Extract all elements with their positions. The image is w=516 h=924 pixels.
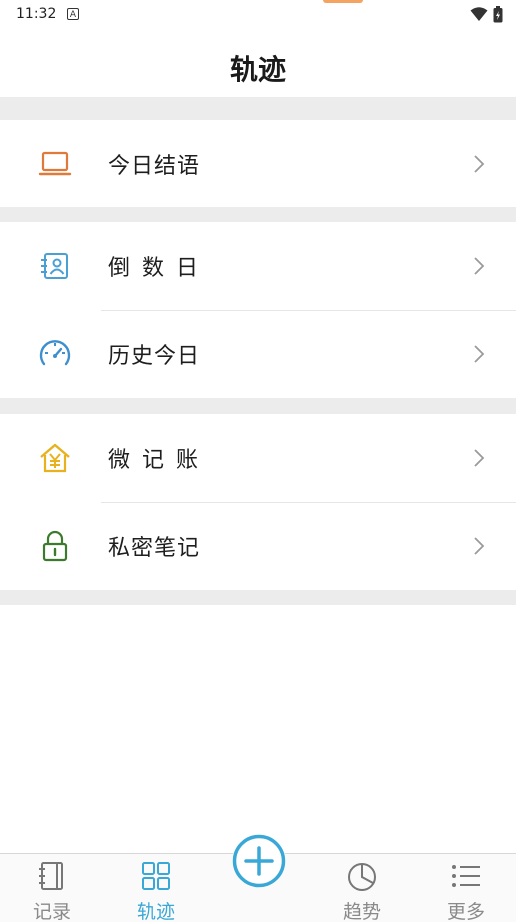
chevron-right-icon: [474, 257, 485, 275]
menu-item-label: 私密笔记: [108, 536, 201, 561]
menu-item-countdown[interactable]: 倒数日: [0, 222, 516, 310]
tab-label: 记录: [32, 901, 71, 923]
contact-card-icon: [41, 253, 68, 279]
menu-item-micro-accounting[interactable]: 微记账: [0, 414, 516, 502]
tab-label: 轨迹: [136, 901, 175, 923]
chevron-right-icon: [474, 537, 485, 555]
section-card: 今日结语: [0, 120, 516, 207]
section-card: 倒数日 历史今日: [0, 222, 516, 398]
lock-icon: [42, 530, 68, 562]
section-card: 微记账 私密笔记: [0, 414, 516, 590]
section-gap: [0, 207, 516, 222]
menu-item-label: 历史今日: [108, 344, 201, 369]
battery-icon: [493, 6, 503, 23]
add-button[interactable]: [232, 834, 286, 888]
menu-item-summary[interactable]: 今日结语: [0, 120, 516, 207]
notification-icon: A: [67, 8, 79, 20]
menu-item-label: 微记账: [108, 448, 211, 473]
section-gap: [0, 590, 516, 605]
chevron-right-icon: [474, 449, 485, 467]
section-gap: [0, 398, 516, 414]
tab-label: 更多: [446, 901, 485, 923]
app-header: 轨迹: [0, 30, 516, 97]
menu-item-label: 倒数日: [108, 256, 211, 281]
tab-record[interactable]: 记录: [2, 854, 102, 923]
section-gap: [0, 97, 516, 120]
plus-circle-icon: [232, 834, 286, 888]
camera-notch: [323, 0, 363, 3]
notebook-icon: [39, 862, 63, 890]
grid-icon: [142, 862, 170, 890]
tab-track[interactable]: 轨迹: [106, 854, 206, 923]
tab-label: 趋势: [342, 901, 381, 923]
speedometer-icon: [39, 340, 71, 366]
yen-house-icon: [40, 443, 70, 473]
list-icon: [452, 865, 480, 887]
menu-item-history-today[interactable]: 历史今日: [0, 310, 516, 398]
tab-more[interactable]: 更多: [416, 854, 516, 923]
status-bar: 11:32 A: [0, 0, 516, 30]
status-time: 11:32: [16, 6, 57, 22]
menu-item-label: 今日结语: [108, 154, 201, 179]
wifi-icon: [470, 7, 488, 21]
page-title: 轨迹: [229, 53, 286, 86]
laptop-icon: [38, 151, 72, 176]
chevron-right-icon: [474, 155, 485, 173]
pie-chart-icon: [348, 863, 376, 891]
tab-trend[interactable]: 趋势: [312, 854, 412, 923]
menu-item-private-notes[interactable]: 私密笔记: [0, 502, 516, 590]
chevron-right-icon: [474, 345, 485, 363]
